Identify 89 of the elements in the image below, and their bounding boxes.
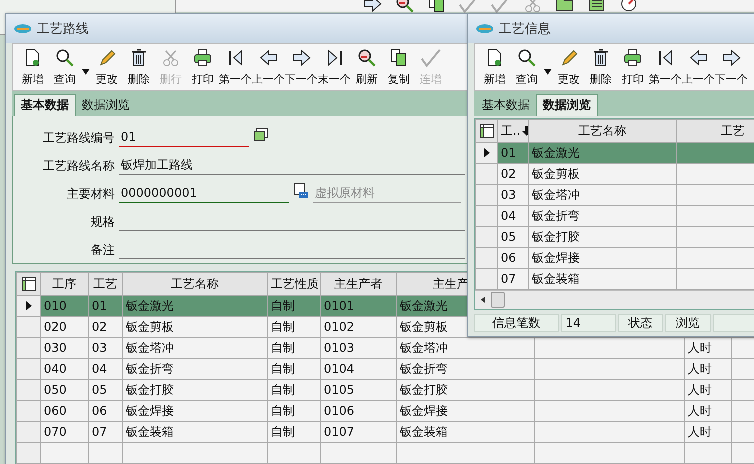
current-row-icon [484,148,490,158]
column-header[interactable]: 工艺 [676,120,754,142]
field-label: 工艺路线名称 [42,158,116,175]
tab[interactable]: 基本数据 [14,94,76,116]
pencil-icon [97,48,117,68]
toolbar-button[interactable]: 查询 [49,46,91,87]
column-header[interactable]: 工艺性质 [268,272,320,296]
column-header[interactable]: 工艺 [88,272,122,296]
status-cell: 浏览 [665,314,711,332]
lookup-button[interactable] [293,183,309,199]
tab[interactable]: 基本数据 [476,94,536,116]
toolbar-button[interactable]: 下一个 [285,46,318,87]
table-row[interactable]: 050 05 钣金打胶 自制 0105 钣金打胶 人时 [16,380,754,400]
dropdown-arrow-icon[interactable] [81,68,91,76]
right-arrow-icon [292,48,312,68]
refresh-search-icon [357,48,377,68]
window-title: 工艺路线 [37,20,89,38]
toolbar-button[interactable]: 末一个 [318,46,351,87]
toolbar-button[interactable]: 刷新 [351,46,383,87]
toolbar-button[interactable]: 删除 [585,46,617,87]
left-arrow-icon [258,48,278,68]
table-row[interactable]: 070 07 钣金装箱 自制 0107 钣金装箱 人时 [16,422,754,442]
field-label: 工艺路线编号 [42,130,116,147]
toolbar-button[interactable]: 复制 [383,46,415,87]
field-label: 备注 [90,242,116,259]
table-row[interactable]: 060 06 钣金焊接 自制 0106 钣金焊接 人时 [16,400,754,422]
toolbar-button[interactable]: 查询 [511,46,553,87]
checkmark-icon [459,0,479,14]
toolbar-button[interactable]: 第一个 [649,46,682,87]
table-row[interactable]: 03 钣金塔冲 [476,184,754,206]
toolbar-button[interactable]: 删除 [123,46,155,87]
trash-icon [129,48,149,68]
table-row[interactable]: 02 钣金剪板 [476,164,754,184]
toolbar-button[interactable]: 新增 [479,46,511,87]
table-row[interactable]: 04 钣金折弯 [476,206,754,226]
toolbar-button[interactable]: 更改 [91,46,123,87]
right-arrow-icon [722,48,742,68]
status-cell: 14 [560,314,616,332]
copy-icon [389,48,409,68]
app-logo-icon [476,24,494,34]
column-header[interactable]: 工艺名称 [122,272,268,296]
grid-settings-icon[interactable] [20,276,36,292]
scrollbar-thumb[interactable] [491,292,505,308]
printer-icon [193,48,213,68]
checkmark-icon [421,48,441,68]
table-row[interactable]: 01 钣金激光 [476,142,754,164]
scissors-icon [161,48,181,68]
column-header[interactable]: 工艺名称 [528,120,676,142]
table-row[interactable]: 05 钣金打胶 [476,226,754,248]
pencil-icon [559,48,579,68]
scissors-icon [523,0,543,14]
app-logo-icon [14,24,32,34]
current-row-icon [26,301,32,311]
checkmark-icon [491,0,511,14]
toolbar-button[interactable]: 上一个 [252,46,285,87]
toolbar-button[interactable]: 打印 [617,46,649,87]
list-icon [587,0,607,14]
window-title: 工艺信息 [499,20,551,38]
table-row[interactable]: 040 04 钣金折弯 自制 0104 钣金折弯 人时 [16,358,754,380]
dropdown-arrow-icon[interactable] [543,68,553,76]
toolbar-button[interactable]: 更改 [553,46,585,87]
printer-icon [623,48,643,68]
input-field[interactable]: 0000000001 [119,186,289,203]
toolbar-button[interactable]: 下一个 [715,46,748,87]
table-row[interactable]: 06 钣金焊接 [476,248,754,268]
open-window-button[interactable] [253,127,269,143]
tab[interactable]: 数据浏览 [76,94,136,116]
column-header[interactable]: 工序 [40,272,88,296]
column-header[interactable]: 工.. [498,120,528,142]
field-label: 规格 [90,214,116,231]
column-header[interactable]: 主生产者 [320,272,396,296]
toolbar-button[interactable]: 打印 [187,46,219,87]
input-field[interactable]: 01 [119,130,249,147]
toolbar-button[interactable]: 新增 [17,46,49,87]
grid-settings-icon[interactable] [479,123,495,139]
left-arrow-icon [688,48,708,68]
table-row[interactable]: 030 03 钣金塔冲 自制 0103 钣金塔冲 人时 [16,338,754,358]
toolbar-button[interactable]: 上一个 [682,46,715,87]
table-row[interactable]: 07 钣金装箱 [476,268,754,290]
input-field[interactable]: 钣焊加工路线 [119,158,465,175]
search-icon [517,48,537,68]
status-cell: 信息笔数 [474,314,559,332]
refresh-search-icon [395,0,415,14]
status-cell: 状态 [618,314,664,332]
tab[interactable]: 数据浏览 [536,94,598,116]
search-icon [55,48,75,68]
field-label: 主要材料 [66,186,116,203]
trash-icon [591,48,611,68]
toolbar-button[interactable]: 第一个 [219,46,252,87]
